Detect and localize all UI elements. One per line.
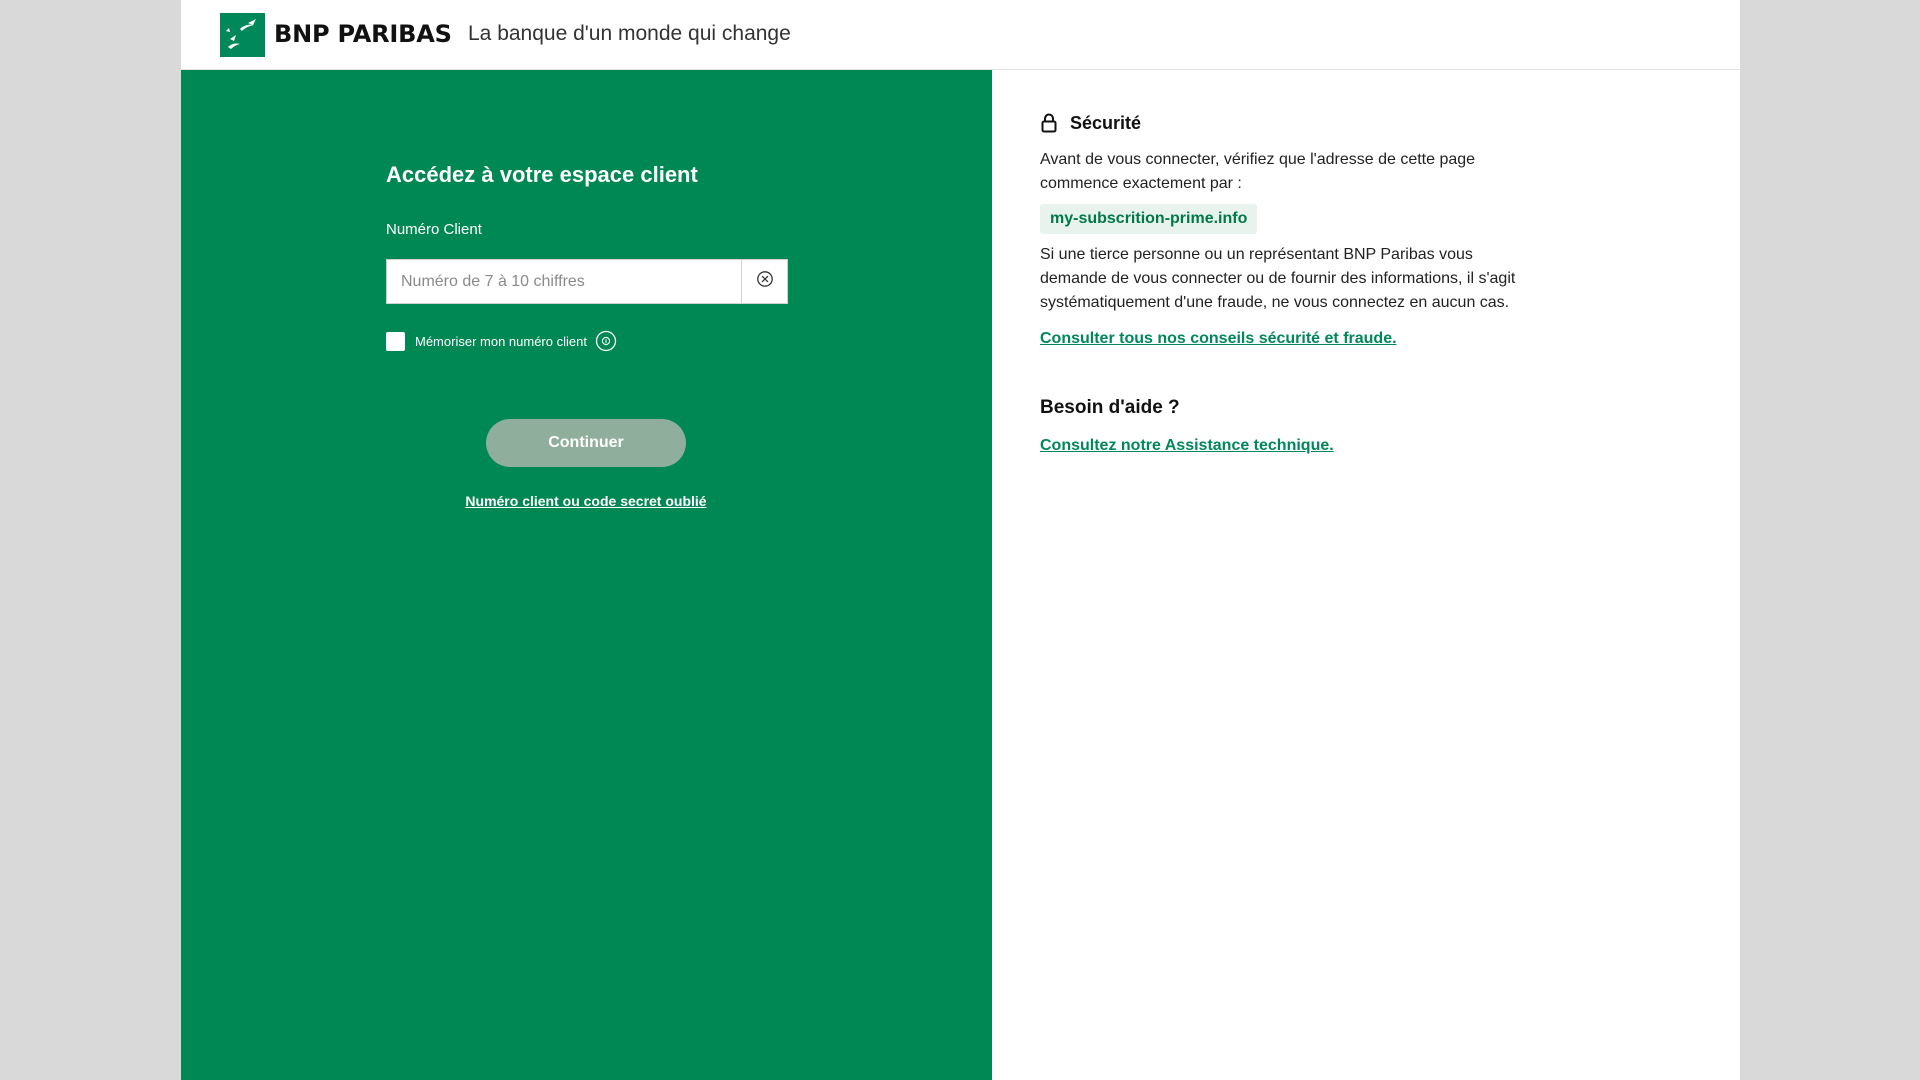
help-title: Besoin d'aide ? <box>1040 397 1180 418</box>
fraud-warning-text: Si une tierce personne ou un représentan… <box>1040 246 1516 311</box>
security-title: Sécurité <box>1070 112 1142 133</box>
bnp-logo-icon[interactable] <box>220 13 265 57</box>
client-number-input[interactable] <box>386 259 741 304</box>
security-advice-link[interactable]: Consulter tous nos conseils sécurité et … <box>1040 330 1397 348</box>
lock-icon <box>1040 112 1060 134</box>
remember-client-row: Mémoriser mon numéro client <box>386 329 617 353</box>
page-frame: BNP PARIBAS La banque d'un monde qui cha… <box>181 0 1740 1080</box>
clear-input-button[interactable] <box>741 259 788 304</box>
info-circle-icon[interactable] <box>595 330 617 352</box>
client-number-field-group <box>386 259 788 304</box>
login-panel: Accédez à votre espace client Numéro Cli… <box>181 70 992 1080</box>
continue-button[interactable]: Continuer <box>486 419 686 467</box>
remember-client-checkbox[interactable] <box>386 331 405 351</box>
remember-client-label[interactable]: Mémoriser mon numéro client <box>415 334 587 349</box>
login-title: Accédez à votre espace client <box>386 162 698 187</box>
forgot-credentials-link[interactable]: Numéro client ou code secret oublié <box>386 493 786 509</box>
security-heading: Sécurité <box>1040 112 1141 134</box>
clear-circle-x-icon <box>756 270 774 293</box>
expected-domain-badge: my-subscrition-prime.info <box>1040 204 1258 234</box>
technical-assistance-link[interactable]: Consultez notre Assistance technique. <box>1040 437 1334 455</box>
security-panel: Sécurité Avant de vous connecter, vérifi… <box>992 70 1740 1080</box>
site-header: BNP PARIBAS La banque d'un monde qui cha… <box>181 0 1740 70</box>
logo-wordmark[interactable]: BNP PARIBAS <box>274 20 452 48</box>
security-intro-text: Avant de vous connecter, vérifiez que l'… <box>1040 151 1476 192</box>
header-tagline: La banque d'un monde qui change <box>468 22 791 45</box>
client-number-label: Numéro Client <box>386 221 482 238</box>
